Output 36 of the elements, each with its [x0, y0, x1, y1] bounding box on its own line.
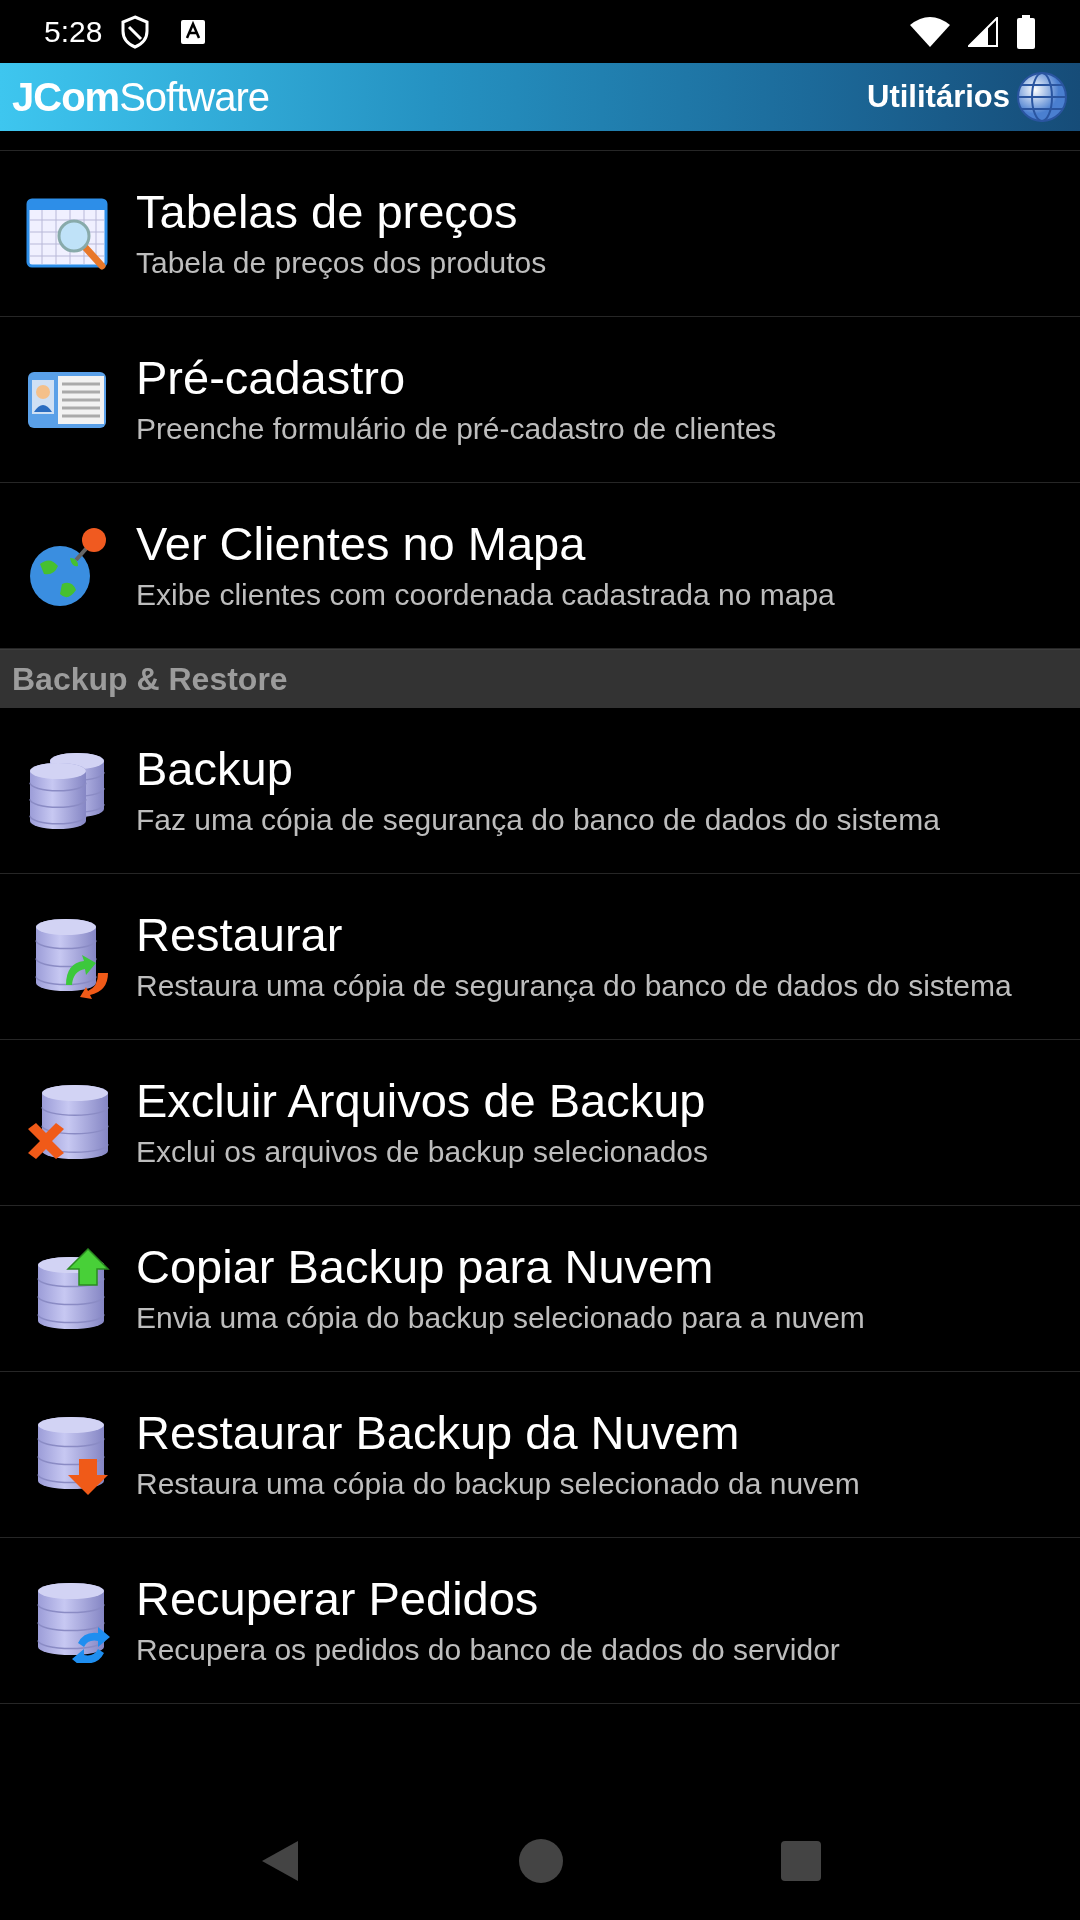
- menu-item[interactable]: Tabelas de preços Tabela de preços dos produtos: [0, 151, 1080, 317]
- item-title: Copiar Backup para Nuvem: [136, 1239, 715, 1295]
- item-description: Restaura uma cópia de segurança do banco de dados do sistema: [136, 968, 1012, 1004]
- item-title: Ver Clientes no Mapa: [136, 516, 587, 572]
- menu-item[interactable]: Restaurar Backup da Nuvem Restaura uma cópia do backup selecionado da nuvem: [0, 1372, 1080, 1538]
- item-description: Restaura uma cópia do backup selecionado da nuvem: [136, 1466, 860, 1502]
- item-description: Recupera os pedidos do banco de dados do servidor: [136, 1632, 840, 1668]
- status-time: 5:28: [44, 14, 103, 49]
- item-title: Restaurar Backup da Nuvem: [136, 1405, 741, 1461]
- menu-item[interactable]: Excluir Arquivos de Backup Exclui os arquivos de backup selecionados: [0, 1040, 1080, 1206]
- battery-icon: [1016, 14, 1036, 49]
- item-title: Excluir Arquivos de Backup: [136, 1073, 707, 1129]
- menu-item[interactable]: Pré-cadastro Preenche formulário de pré-cadastro de clientes: [0, 317, 1080, 483]
- item-title: Tabelas de preços: [136, 184, 519, 240]
- item-description: Faz uma cópia de segurança do banco de dados do sistema: [136, 802, 940, 838]
- menu-item[interactable]: Copiar Backup para Nuvem Envia uma cópia do backup selecionado para a nuvem: [0, 1206, 1080, 1372]
- wifi-icon: [910, 16, 950, 47]
- menu-item[interactable]: Recuperar Pedidos Recupera os pedidos do banco de dados do servidor: [0, 1538, 1080, 1704]
- item-title: Restaurar: [136, 907, 344, 963]
- shield-icon: [120, 14, 151, 49]
- item-description: Exibe clientes com coordenada cadastrada no mapa: [136, 577, 835, 613]
- item-title: Backup: [136, 741, 294, 797]
- menu-item[interactable]: Backup Faz uma cópia de segurança do banco de dados do sistema: [0, 708, 1080, 874]
- item-description: Preenche formulário de pré-cadastro de clientes: [136, 411, 777, 447]
- menu-item[interactable]: Restaurar Restaura uma cópia de segurança do banco de dados do sistema: [0, 874, 1080, 1040]
- notification-icon: [180, 17, 207, 46]
- item-description: Tabela de preços dos produtos: [136, 245, 547, 281]
- app-logo: JComSoftware: [12, 74, 269, 120]
- item-description: Envia uma cópia do backup selecionado para a nuvem: [136, 1300, 865, 1336]
- signal-icon: [968, 16, 998, 47]
- item-title: Pré-cadastro: [136, 350, 407, 406]
- globe-icon: [1016, 71, 1068, 123]
- item-description: Exclui os arquivos de backup selecionados: [136, 1134, 708, 1170]
- section-title: Backup & Restore: [12, 660, 288, 698]
- screen-title: Utilitários: [867, 79, 1010, 115]
- item-title: Recuperar Pedidos: [136, 1571, 540, 1627]
